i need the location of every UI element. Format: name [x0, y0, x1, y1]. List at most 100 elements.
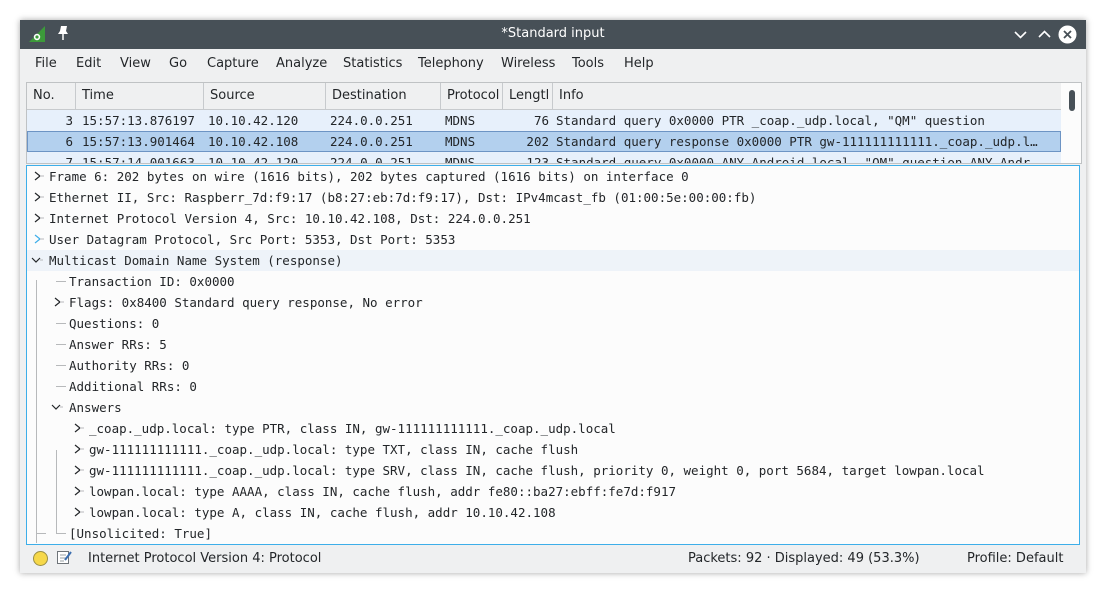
close-icon[interactable] — [1058, 25, 1077, 44]
packet-destination: 224.0.0.251 — [330, 155, 413, 164]
packet-no: 7 — [65, 155, 73, 164]
maximize-icon[interactable] — [1035, 25, 1054, 44]
tree-item-additional-rrs[interactable]: Additional RRs: 0 — [27, 376, 1079, 397]
expert-info-icon[interactable] — [33, 551, 48, 566]
tree-item-answer[interactable]: lowpan.local: type A, class IN, cache fl… — [27, 502, 1079, 523]
packet-row-selected[interactable]: 6 15:57:13.901464 10.10.42.108 224.0.0.2… — [27, 131, 1061, 152]
window-title: *Standard input — [501, 26, 605, 41]
tree-item-answer-rrs[interactable]: Answer RRs: 5 — [27, 334, 1079, 355]
column-header-time[interactable]: Time — [76, 83, 204, 109]
expand-arrow-icon[interactable] — [32, 211, 44, 225]
packet-source: 10.10.42.120 — [208, 113, 299, 128]
packet-source: 10.10.42.120 — [208, 155, 299, 164]
expand-arrow-icon[interactable] — [32, 190, 44, 204]
packet-time: 15:57:13.901464 — [82, 134, 195, 149]
expand-arrow-icon[interactable] — [72, 484, 84, 498]
packet-list-scrollbar[interactable] — [1063, 83, 1081, 163]
menu-wireless[interactable]: Wireless — [501, 56, 555, 71]
tree-item-answer[interactable]: lowpan.local: type AAAA, class IN, cache… — [27, 481, 1079, 502]
column-header-no[interactable]: No. — [27, 83, 76, 109]
expand-arrow-icon[interactable] — [72, 442, 84, 456]
tree-item-label: Answers — [69, 400, 122, 415]
packet-time: 15:57:14.001663 — [82, 155, 195, 164]
menu-tools[interactable]: Tools — [572, 56, 604, 71]
tree-guide — [56, 344, 66, 345]
column-header-destination[interactable]: Destination — [326, 83, 441, 109]
packet-protocol: MDNS — [445, 134, 476, 149]
tree-item-label: Ethernet II, Src: Raspberr_7d:f9:17 (b8:… — [49, 190, 757, 205]
column-header-info[interactable]: Info — [553, 83, 1061, 109]
column-header-length[interactable]: Lengtl — [503, 83, 553, 109]
packet-row[interactable]: 7 15:57:14.001663 10.10.42.120 224.0.0.2… — [27, 152, 1061, 164]
tree-item-answer[interactable]: gw-111111111111._coap._udp.local: type S… — [27, 460, 1079, 481]
tree-item-unsolicited[interactable]: [Unsolicited: True] — [27, 523, 1079, 544]
minimize-icon[interactable] — [1011, 25, 1030, 44]
tree-item-frame[interactable]: Frame 6: 202 bytes on wire (1616 bits), … — [27, 166, 1079, 187]
tree-item-label: [Unsolicited: True] — [69, 526, 212, 541]
packet-destination: 224.0.0.251 — [330, 113, 413, 128]
tree-item-label: Internet Protocol Version 4, Src: 10.10.… — [49, 211, 531, 226]
tree-item-label: Additional RRs: 0 — [69, 379, 197, 394]
packet-info: Standard query 0x0000 PTR _coap._udp.loc… — [556, 113, 985, 128]
tree-item-label: gw-111111111111._coap._udp.local: type T… — [89, 442, 579, 457]
tree-item-label: lowpan.local: type A, class IN, cache fl… — [89, 505, 556, 520]
tree-item-label: lowpan.local: type AAAA, class IN, cache… — [89, 484, 676, 499]
tree-item-flags[interactable]: Flags: 0x8400 Standard query response, N… — [27, 292, 1079, 313]
packet-no: 3 — [65, 113, 73, 128]
packet-info: Standard query response 0x0000 PTR gw-11… — [556, 134, 1038, 149]
packet-list[interactable]: No. Time Source Destination Protocol Len… — [26, 82, 1082, 164]
expand-arrow-icon[interactable] — [72, 421, 84, 435]
packet-row[interactable]: 3 15:57:13.876197 10.10.42.120 224.0.0.2… — [27, 110, 1061, 131]
menu-analyze[interactable]: Analyze — [276, 56, 327, 71]
menu-edit[interactable]: Edit — [76, 56, 101, 71]
tree-item-questions[interactable]: Questions: 0 — [27, 313, 1079, 334]
tree-item-answers[interactable]: Answers — [27, 397, 1079, 418]
menu-view[interactable]: View — [120, 56, 151, 71]
tree-item-ethernet[interactable]: Ethernet II, Src: Raspberr_7d:f9:17 (b8:… — [27, 187, 1079, 208]
tree-item-label: User Datagram Protocol, Src Port: 5353, … — [49, 232, 456, 247]
tree-item-label: Transaction ID: 0x0000 — [69, 274, 235, 289]
tree-item-mdns[interactable]: Multicast Domain Name System (response) — [27, 250, 1079, 271]
tree-item-answer[interactable]: gw-111111111111._coap._udp.local: type T… — [27, 439, 1079, 460]
tree-guide — [56, 323, 66, 324]
tree-guide — [56, 365, 66, 366]
tree-item-label: Frame 6: 202 bytes on wire (1616 bits), … — [49, 169, 689, 184]
tree-item-label: Multicast Domain Name System (response) — [49, 253, 343, 268]
column-header-protocol[interactable]: Protocol — [441, 83, 503, 109]
scrollbar-thumb[interactable] — [1069, 90, 1075, 111]
expand-arrow-icon[interactable] — [32, 169, 44, 183]
collapse-arrow-icon[interactable] — [51, 400, 63, 414]
status-field-info: Internet Protocol Version 4: Protocol — [88, 551, 322, 566]
tree-item-label: gw-111111111111._coap._udp.local: type S… — [89, 463, 985, 478]
title-bar: *Standard input — [20, 20, 1086, 49]
tree-item-ip[interactable]: Internet Protocol Version 4, Src: 10.10.… — [27, 208, 1079, 229]
column-header-source[interactable]: Source — [204, 83, 326, 109]
expand-arrow-icon[interactable] — [52, 295, 64, 309]
collapse-arrow-icon[interactable] — [31, 253, 43, 267]
packet-protocol: MDNS — [445, 155, 476, 164]
packet-length: 202 — [526, 134, 549, 149]
menu-statistics[interactable]: Statistics — [343, 56, 402, 71]
menu-capture[interactable]: Capture — [207, 56, 259, 71]
status-packets-count: Packets: 92 · Displayed: 49 (53.3%) — [688, 551, 920, 566]
menu-help[interactable]: Help — [624, 56, 654, 71]
tree-item-label: _coap._udp.local: type PTR, class IN, gw… — [89, 421, 616, 436]
menu-go[interactable]: Go — [169, 56, 187, 71]
tree-item-answer[interactable]: _coap._udp.local: type PTR, class IN, gw… — [27, 418, 1079, 439]
capture-comment-icon[interactable] — [56, 549, 72, 565]
packet-details-tree[interactable]: Frame 6: 202 bytes on wire (1616 bits), … — [26, 165, 1080, 545]
status-profile[interactable]: Profile: Default — [967, 551, 1063, 566]
expand-arrow-icon[interactable] — [32, 232, 44, 246]
expand-arrow-icon[interactable] — [72, 463, 84, 477]
packet-time: 15:57:13.876197 — [82, 113, 195, 128]
menu-telephony[interactable]: Telephony — [418, 56, 484, 71]
menu-file[interactable]: File — [35, 56, 57, 71]
tree-item-authority-rrs[interactable]: Authority RRs: 0 — [27, 355, 1079, 376]
packet-source: 10.10.42.108 — [208, 134, 299, 149]
packet-no: 6 — [65, 134, 73, 149]
tree-item-transaction-id[interactable]: Transaction ID: 0x0000 — [27, 271, 1079, 292]
expand-arrow-icon[interactable] — [72, 505, 84, 519]
tree-item-udp[interactable]: User Datagram Protocol, Src Port: 5353, … — [27, 229, 1079, 250]
packet-length: 76 — [533, 113, 549, 128]
tree-item-label: Answer RRs: 5 — [69, 337, 167, 352]
